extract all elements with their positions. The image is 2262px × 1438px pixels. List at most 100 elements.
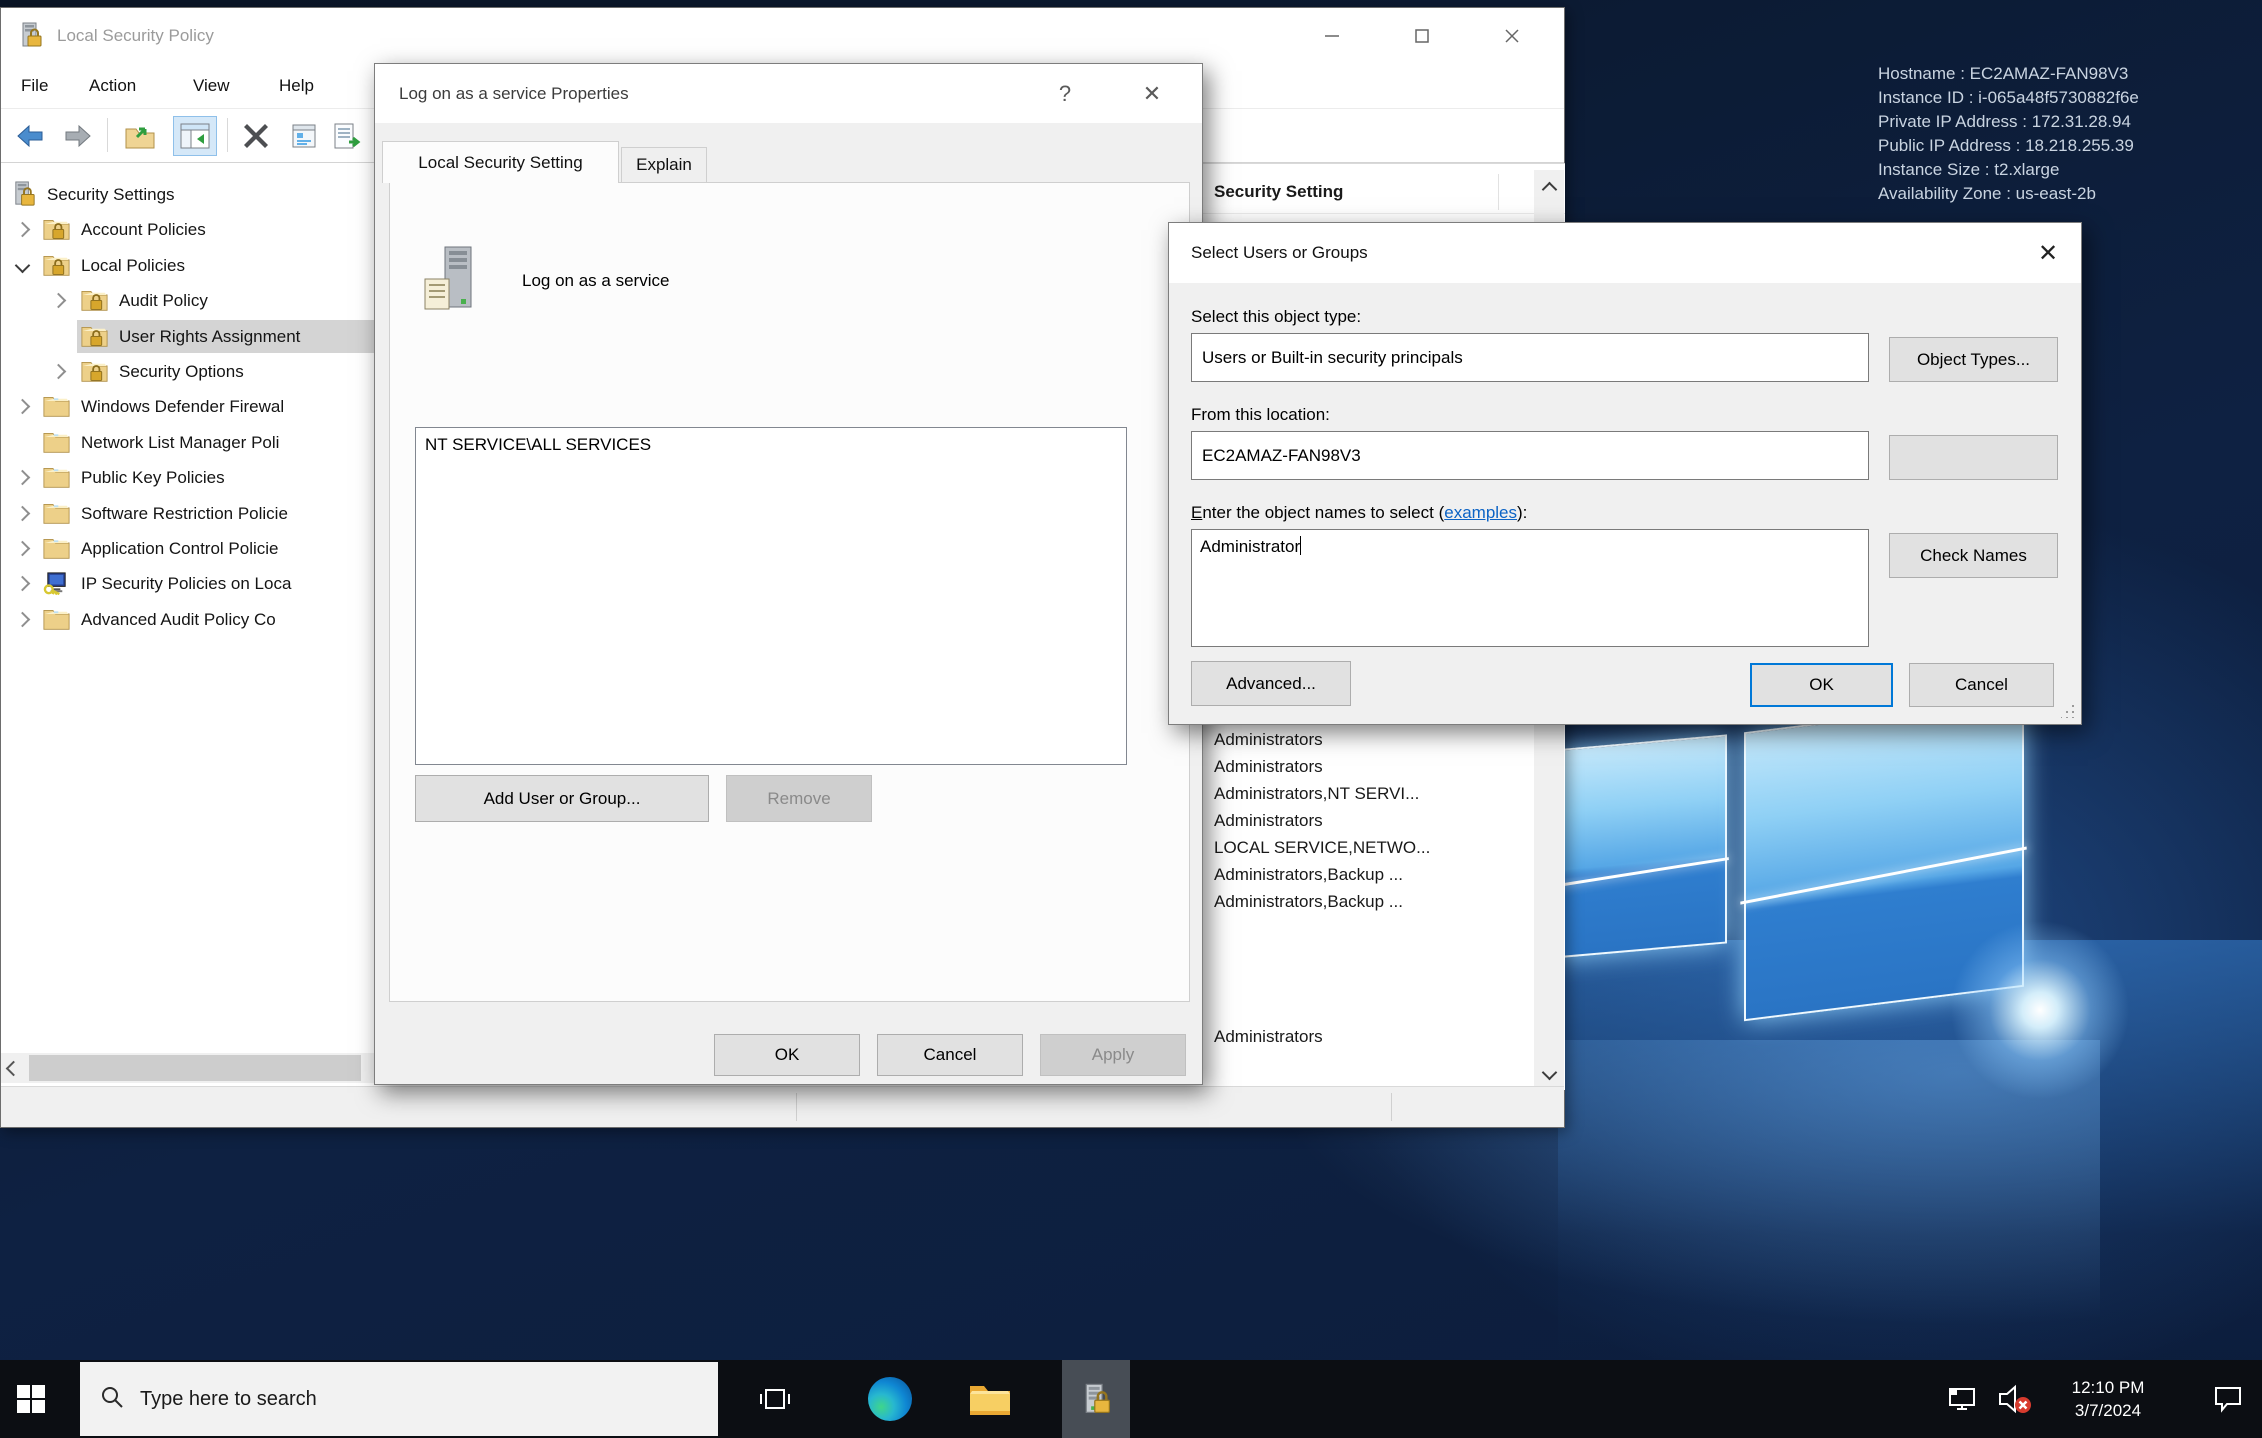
- scrollbar-thumb[interactable]: [29, 1055, 361, 1081]
- menu-file[interactable]: File: [17, 63, 52, 109]
- close-icon[interactable]: ✕: [2025, 223, 2071, 283]
- chevron-right-icon[interactable]: [15, 222, 31, 238]
- chevron-right-icon[interactable]: [15, 506, 31, 522]
- menu-view[interactable]: View: [189, 63, 234, 109]
- tree-item-network-list-manager-poli[interactable]: Network List Manager Poli: [1, 425, 375, 460]
- tree-item-security-settings[interactable]: Security Settings: [1, 177, 375, 212]
- locations-button[interactable]: [1889, 435, 2058, 480]
- list-row[interactable]: Administrators: [1214, 726, 1530, 753]
- check-names-button[interactable]: Check Names: [1889, 533, 2058, 578]
- export-list-icon[interactable]: [331, 120, 365, 152]
- cancel-button[interactable]: Cancel: [1909, 663, 2054, 707]
- taskbar-clock[interactable]: 12:10 PM 3/7/2024: [2048, 1360, 2168, 1438]
- folder-icon: [43, 393, 70, 420]
- from-location-field: EC2AMAZ-FAN98V3: [1191, 431, 1869, 480]
- principal-entry[interactable]: NT SERVICE\ALL SERVICES: [425, 435, 1126, 455]
- list-row[interactable]: [1214, 969, 1530, 996]
- cancel-button[interactable]: Cancel: [877, 1034, 1023, 1076]
- back-arrow-icon[interactable]: [13, 120, 47, 152]
- start-button[interactable]: [0, 1360, 62, 1438]
- tab-local-security-setting[interactable]: Local Security Setting: [382, 141, 619, 183]
- edge-icon[interactable]: [860, 1360, 920, 1438]
- chevron-right-icon[interactable]: [15, 470, 31, 486]
- tree-item-audit-policy[interactable]: Audit Policy: [1, 283, 375, 318]
- tree-item-ip-security-policies-on-loca[interactable]: IP Security Policies on Loca: [1, 566, 375, 601]
- tree-item-local-policies[interactable]: Local Policies: [1, 248, 375, 283]
- tree-item-label: Software Restriction Policie: [81, 496, 288, 531]
- apply-button[interactable]: Apply: [1040, 1034, 1186, 1076]
- assigned-principals-listbox[interactable]: NT SERVICE\ALL SERVICES: [415, 427, 1127, 765]
- ec2-info-block: Hostname : EC2AMAZ-FAN98V3Instance ID : …: [1878, 62, 2248, 206]
- file-explorer-icon[interactable]: [960, 1360, 1020, 1438]
- delete-icon[interactable]: [239, 120, 273, 152]
- remove-button[interactable]: Remove: [726, 775, 872, 822]
- folder-icon: [43, 535, 70, 562]
- list-row[interactable]: [1214, 996, 1530, 1023]
- list-row[interactable]: Administrators: [1214, 753, 1530, 780]
- chevron-right-icon[interactable]: [15, 399, 31, 415]
- chevron-right-icon[interactable]: [15, 612, 31, 628]
- resize-grip[interactable]: [2061, 704, 2075, 718]
- horizontal-scrollbar[interactable]: [1, 1053, 375, 1083]
- maximize-button[interactable]: [1399, 8, 1445, 63]
- list-row[interactable]: Administrators: [1214, 807, 1530, 834]
- volume-muted-icon[interactable]: [1988, 1360, 2040, 1438]
- menu-help[interactable]: Help: [275, 63, 318, 109]
- chevron-right-icon[interactable]: [51, 293, 67, 309]
- list-row[interactable]: [1214, 942, 1530, 969]
- help-button[interactable]: ?: [1043, 64, 1087, 123]
- close-icon[interactable]: ✕: [1130, 64, 1174, 123]
- chevron-down-icon[interactable]: [15, 258, 31, 274]
- action-center-icon[interactable]: [2200, 1360, 2256, 1438]
- app-icon: [17, 21, 45, 54]
- tree-item-application-control-policie[interactable]: Application Control Policie: [1, 531, 375, 566]
- object-names-input[interactable]: Administrator: [1191, 529, 1869, 647]
- minimize-button[interactable]: [1309, 8, 1355, 63]
- search-input[interactable]: [138, 1387, 662, 1412]
- tab-explain[interactable]: Explain: [621, 147, 707, 183]
- tree-item-security-options[interactable]: Security Options: [1, 354, 375, 389]
- taskbar-app-local-security-policy[interactable]: [1062, 1360, 1130, 1438]
- ec2-info-line: Hostname : EC2AMAZ-FAN98V3: [1878, 62, 2248, 86]
- column-header-security-setting[interactable]: Security Setting: [1214, 170, 1343, 214]
- text-caret: [1300, 536, 1301, 555]
- menu-action[interactable]: Action: [85, 63, 140, 109]
- taskbar-search[interactable]: [80, 1362, 718, 1436]
- task-view-icon[interactable]: [745, 1360, 805, 1438]
- tree-item-software-restriction-policie[interactable]: Software Restriction Policie: [1, 496, 375, 531]
- tree-item-label: Security Options: [119, 354, 244, 389]
- list-row[interactable]: LOCAL SERVICE,NETWO...: [1214, 834, 1530, 861]
- scroll-left-icon[interactable]: [1, 1053, 25, 1083]
- list-row[interactable]: [1214, 915, 1530, 942]
- close-button[interactable]: [1489, 8, 1535, 63]
- list-row[interactable]: Administrators,NT SERVI...: [1214, 780, 1530, 807]
- ok-button[interactable]: OK: [714, 1034, 860, 1076]
- list-row[interactable]: Administrators: [1214, 1023, 1530, 1050]
- chevron-right-icon[interactable]: [15, 541, 31, 557]
- forward-arrow-icon[interactable]: [61, 120, 95, 152]
- column-divider[interactable]: [1498, 174, 1499, 210]
- object-types-button[interactable]: Object Types...: [1889, 337, 2058, 382]
- tree-item-public-key-policies[interactable]: Public Key Policies: [1, 460, 375, 495]
- chevron-right-icon[interactable]: [15, 576, 31, 592]
- advanced-button[interactable]: Advanced...: [1191, 661, 1351, 706]
- tree-item-user-rights-assignment[interactable]: User Rights Assignment: [1, 319, 375, 354]
- network-icon[interactable]: [1938, 1360, 1986, 1438]
- export-policy-icon[interactable]: [123, 120, 157, 152]
- list-row[interactable]: Administrators,Backup ...: [1214, 861, 1530, 888]
- properties-doc-icon[interactable]: [287, 120, 321, 152]
- tree-item-account-policies[interactable]: Account Policies: [1, 212, 375, 247]
- tree-item-windows-defender-firewal[interactable]: Windows Defender Firewal: [1, 389, 375, 424]
- scroll-up-icon[interactable]: [1534, 170, 1564, 208]
- tree-item-advanced-audit-policy-co[interactable]: Advanced Audit Policy Co: [1, 602, 375, 637]
- show-console-tree-button[interactable]: [173, 116, 217, 156]
- examples-link[interactable]: examples: [1444, 503, 1517, 522]
- dialog-title-bar[interactable]: Select Users or Groups ✕: [1169, 223, 2081, 283]
- ok-button[interactable]: OK: [1750, 663, 1893, 707]
- dialog-title-bar[interactable]: Log on as a service Properties ? ✕: [375, 64, 1202, 123]
- list-row[interactable]: Administrators,Backup ...: [1214, 888, 1530, 915]
- window-title-bar[interactable]: Local Security Policy: [1, 8, 1564, 63]
- add-user-or-group-button[interactable]: Add User or Group...: [415, 775, 709, 822]
- status-bar: [1, 1086, 1564, 1127]
- chevron-right-icon[interactable]: [51, 364, 67, 380]
